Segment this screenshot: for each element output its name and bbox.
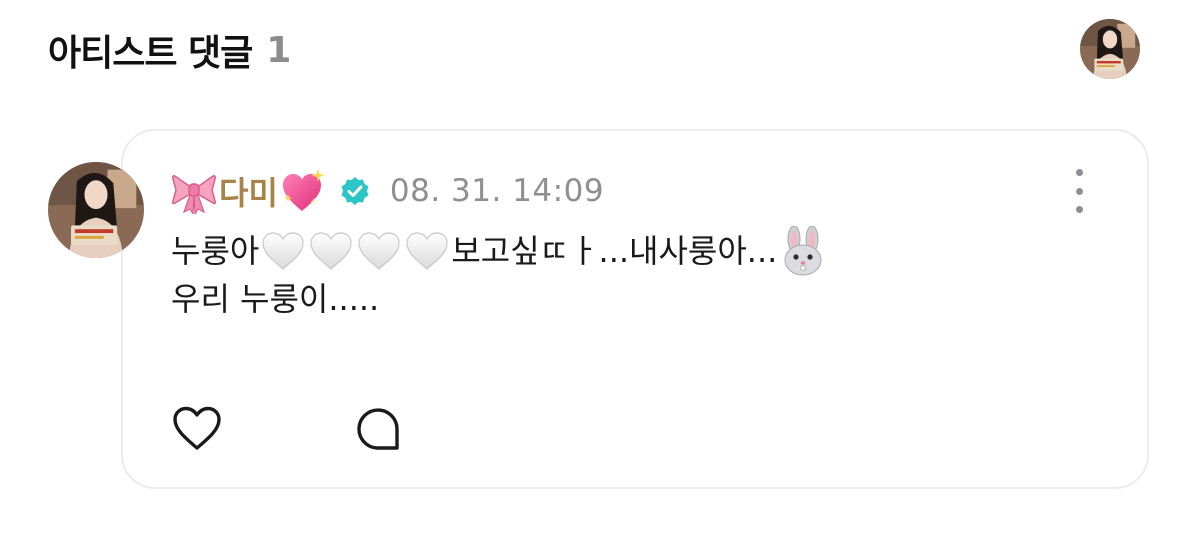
white-heart-icon [357, 231, 401, 271]
reply-button[interactable] [351, 403, 403, 455]
comment-text-segment: 보고싶ㄸㅏ...내사룽아... [451, 232, 778, 270]
profile-avatar[interactable] [1080, 19, 1140, 79]
more-vertical-icon [1075, 169, 1083, 176]
like-button[interactable] [171, 403, 223, 455]
section-header: 아티스트 댓글 1 [48, 24, 291, 76]
comment-line: 우리 누룽이..... [171, 275, 1071, 323]
section-title: 아티스트 댓글 [48, 33, 253, 74]
sparkling-heart-icon [282, 169, 325, 211]
comment-card: 다미 08. 31. 14:09 누룽아 보고싶ㄸㅏ...내사룽아... 우리 … [121, 129, 1149, 489]
heart-outline-icon [173, 406, 221, 450]
comment-text-segment: 누룽아 [171, 232, 260, 270]
white-heart-icon [309, 231, 353, 271]
comment-timestamp: 08. 31. 14:09 [389, 173, 605, 209]
white-heart-icon [405, 231, 449, 271]
comment-actions [171, 403, 403, 455]
ribbon-icon [172, 175, 216, 214]
verified-badge-icon [341, 177, 369, 205]
comment-author-avatar[interactable] [48, 162, 144, 258]
more-options-button[interactable] [1067, 169, 1091, 213]
comment-author-name[interactable]: 다미 [219, 168, 278, 214]
rabbit-face-icon [784, 226, 822, 276]
comment-text-segment: 우리 누룽이..... [171, 280, 380, 318]
comment-line: 누룽아 보고싶ㄸㅏ...내사룽아... [171, 226, 1071, 276]
comment-count: 1 [266, 29, 292, 71]
comment-meta: 다미 08. 31. 14:09 [171, 167, 604, 215]
comment-text: 누룽아 보고싶ㄸㅏ...내사룽아... 우리 누룽이..... [171, 226, 1071, 323]
comment-bubble-icon [357, 408, 399, 450]
white-heart-icon [261, 231, 305, 271]
